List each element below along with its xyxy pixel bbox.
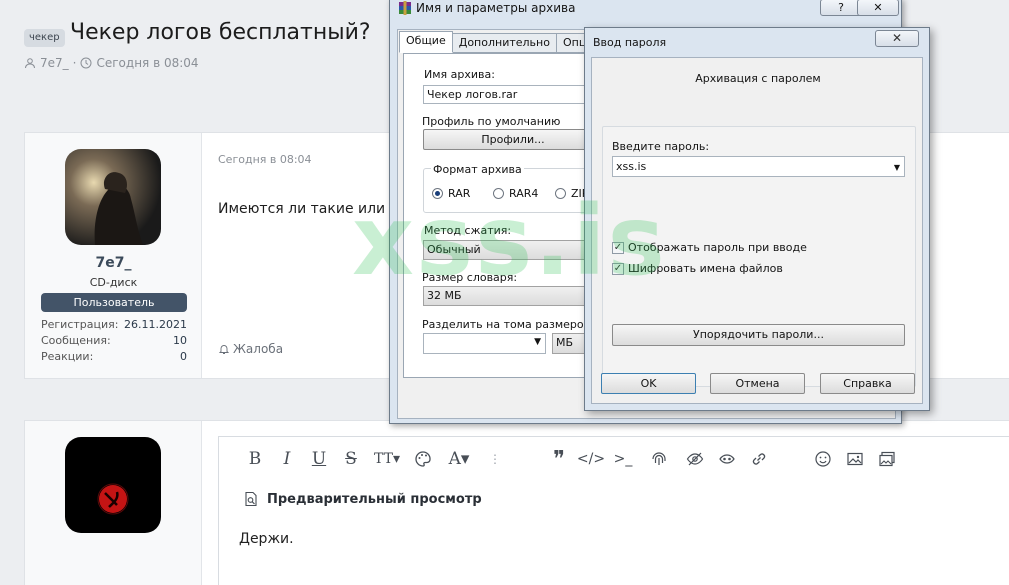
smile-icon[interactable] bbox=[807, 443, 839, 475]
close-button[interactable]: ✕ bbox=[875, 30, 919, 47]
help-button[interactable]: Справка bbox=[820, 373, 915, 394]
ok-button[interactable]: OK bbox=[601, 373, 696, 394]
radio-dot bbox=[493, 188, 504, 199]
thread-prefix-badge[interactable]: чекер bbox=[24, 29, 65, 47]
show-password-checkbox[interactable]: ✓ Отображать пароль при вводе bbox=[612, 241, 807, 254]
method-label: Метод сжатия: bbox=[424, 224, 512, 237]
reply-block: B I U S TT▾ A▾ ⋮ ❞ </> >_ Предварительны… bbox=[24, 420, 1009, 585]
cancel-button[interactable]: Отмена bbox=[710, 373, 805, 394]
winrar-icon bbox=[398, 1, 412, 15]
thread-title: Чекер логов бесплатный? bbox=[70, 20, 371, 45]
editor-content[interactable]: Держи. bbox=[239, 531, 294, 547]
text-size-icon[interactable]: TT▾ bbox=[367, 443, 407, 475]
format-rar-radio[interactable]: RAR bbox=[432, 187, 470, 200]
user-banner: Пользователь bbox=[41, 293, 187, 312]
palette-icon[interactable] bbox=[407, 443, 439, 475]
reply-user-cell bbox=[25, 421, 202, 585]
archive-name-label: Имя архива: bbox=[424, 68, 495, 81]
report-label: Жалоба bbox=[233, 342, 284, 356]
meta-separator: · bbox=[72, 56, 77, 70]
media-icon[interactable] bbox=[871, 443, 903, 475]
bell-icon bbox=[218, 343, 230, 355]
split-label: Разделить на тома размером: bbox=[422, 318, 596, 331]
code-icon[interactable]: </> bbox=[575, 443, 607, 475]
password-input[interactable]: xss.is ▼ bbox=[612, 156, 905, 177]
link-icon[interactable] bbox=[743, 443, 775, 475]
password-label: Введите пароль: bbox=[612, 140, 710, 153]
font-color-icon[interactable]: A▾ bbox=[439, 443, 479, 475]
password-dialog: Ввод пароля ✕ Архивация с паролем Введит… bbox=[584, 27, 930, 411]
underline-icon[interactable]: U bbox=[303, 443, 335, 475]
image-icon[interactable] bbox=[839, 443, 871, 475]
user-stats: Регистрация: 26.11.2021 Сообщения: 10 Реак… bbox=[41, 317, 187, 365]
editor-toolbar: B I U S TT▾ A▾ ⋮ ❞ </> >_ bbox=[219, 437, 1009, 481]
password-dialog-title: Ввод пароля bbox=[593, 36, 667, 49]
preview-label: Предварительный просмотр bbox=[267, 491, 482, 507]
split-size-select[interactable]: ▼ bbox=[423, 333, 546, 354]
help-button[interactable]: ? bbox=[820, 0, 862, 16]
archive-tabs: Общие Дополнительно Опции bbox=[399, 31, 608, 53]
thread-meta: 7e7_ · Сегодня в 08:04 bbox=[24, 55, 199, 71]
user-icon bbox=[24, 57, 36, 69]
dict-select[interactable]: 32 МБ bbox=[423, 286, 603, 306]
thread-date[interactable]: Сегодня в 08:04 bbox=[96, 55, 198, 71]
inline-code-icon[interactable]: >_ bbox=[607, 443, 639, 475]
more-vertical-icon[interactable]: ⋮ bbox=[479, 443, 511, 475]
chevron-down-icon[interactable]: ▼ bbox=[894, 158, 900, 177]
dict-label: Размер словаря: bbox=[422, 271, 518, 284]
stat-row-messages: Сообщения: 10 bbox=[41, 334, 187, 347]
checkbox-checked-icon: ✓ bbox=[612, 241, 624, 254]
post-user-cell: 7e7_ CD-диск Пользователь Регистрация: 26… bbox=[25, 133, 202, 378]
close-button[interactable]: ✕ bbox=[857, 0, 899, 16]
checkbox-checked-icon: ✓ bbox=[612, 262, 624, 275]
strikethrough-icon[interactable]: S bbox=[335, 443, 367, 475]
encrypt-names-checkbox[interactable]: ✓ Шифровать имена файлов bbox=[612, 262, 783, 275]
stat-row-reactions: Реакции: 0 bbox=[41, 350, 187, 363]
clock-icon bbox=[80, 57, 92, 69]
archive-dialog-title: Имя и параметры архива bbox=[416, 1, 576, 15]
password-dialog-client: Архивация с паролем Введите пароль: xss.… bbox=[591, 57, 923, 404]
fingerprint-icon[interactable] bbox=[639, 443, 679, 475]
user-title: CD-диск bbox=[89, 276, 138, 289]
tab-advanced[interactable]: Дополнительно bbox=[451, 33, 557, 53]
archive-name-field[interactable]: Чекер логов.rar bbox=[423, 85, 603, 104]
avatar[interactable] bbox=[65, 437, 161, 533]
tab-general[interactable]: Общие bbox=[399, 31, 453, 53]
radio-dot bbox=[555, 188, 566, 199]
username[interactable]: 7e7_ bbox=[25, 255, 202, 271]
quote-icon[interactable]: ❞ bbox=[543, 443, 575, 475]
stat-row-registration: Регистрация: 26.11.2021 bbox=[41, 318, 187, 331]
organize-passwords-button[interactable]: Упорядочить пароли... bbox=[612, 324, 905, 346]
profile-label: Профиль по умолчанию bbox=[422, 115, 561, 128]
avatar[interactable] bbox=[65, 149, 161, 245]
report-link[interactable]: Жалоба bbox=[218, 342, 283, 356]
bold-icon[interactable]: B bbox=[239, 443, 271, 475]
profiles-button[interactable]: Профили... bbox=[423, 129, 603, 150]
post-body: Имеются ли такие или то bbox=[218, 201, 407, 217]
chevron-down-icon: ▼ bbox=[534, 337, 541, 347]
method-select[interactable]: Обычный bbox=[423, 240, 603, 260]
radio-dot bbox=[432, 188, 443, 199]
thread-author[interactable]: 7e7_ bbox=[40, 55, 69, 71]
hide-icon[interactable] bbox=[679, 443, 711, 475]
format-rar4-radio[interactable]: RAR4 bbox=[493, 187, 538, 200]
spoiler-icon[interactable] bbox=[711, 443, 743, 475]
reply-editor: B I U S TT▾ A▾ ⋮ ❞ </> >_ Предварительны… bbox=[218, 436, 1009, 585]
password-header: Архивация с паролем bbox=[695, 72, 821, 85]
preview-toggle[interactable]: Предварительный просмотр bbox=[219, 481, 1009, 517]
format-label: Формат архива bbox=[431, 163, 524, 176]
italic-icon[interactable]: I bbox=[271, 443, 303, 475]
preview-search-icon bbox=[243, 491, 259, 507]
post-date[interactable]: Сегодня в 08:04 bbox=[218, 153, 312, 166]
